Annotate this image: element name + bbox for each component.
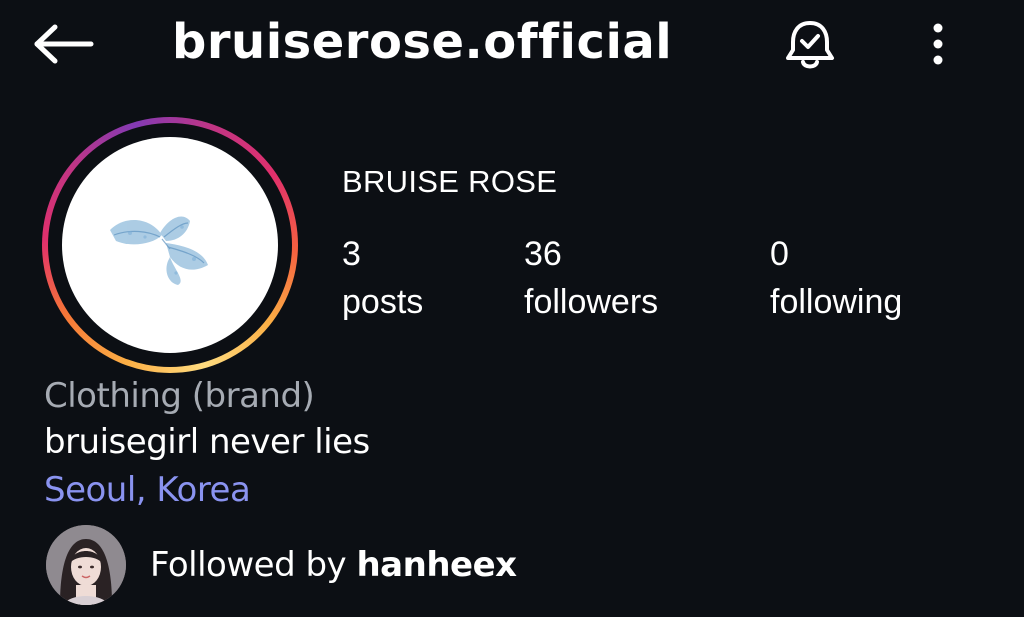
followers-stat[interactable]: 36 followers bbox=[524, 232, 658, 328]
following-label: following bbox=[770, 283, 903, 321]
followed-by-prefix: Followed by bbox=[150, 545, 357, 585]
follower-avatar bbox=[46, 525, 126, 605]
following-stat[interactable]: 0 following bbox=[770, 232, 902, 328]
profile-category: Clothing (brand) bbox=[44, 376, 315, 416]
followed-by-text: Followed by hanheex bbox=[150, 545, 517, 585]
followed-by-row[interactable]: Followed by hanheex bbox=[46, 524, 517, 606]
posts-label: posts bbox=[342, 283, 424, 321]
bell-check-icon bbox=[786, 21, 834, 69]
follower-photo bbox=[46, 525, 126, 605]
followed-by-handle[interactable]: hanheex bbox=[356, 545, 517, 585]
following-count: 0 bbox=[770, 235, 789, 273]
profile-username: bruiserose.official bbox=[172, 14, 673, 70]
butterfly-logo bbox=[110, 216, 208, 285]
profile-location-link[interactable]: Seoul, Korea bbox=[44, 470, 251, 510]
profile-bio: bruisegirl never lies bbox=[44, 422, 370, 462]
profile-avatar bbox=[62, 137, 278, 353]
profile-display-name: BRUISE ROSE bbox=[342, 164, 558, 199]
more-options-button[interactable] bbox=[918, 18, 958, 70]
back-button[interactable] bbox=[30, 18, 98, 70]
notifications-button[interactable] bbox=[780, 16, 840, 74]
posts-count: 3 bbox=[342, 235, 361, 273]
followers-label: followers bbox=[524, 283, 659, 321]
vertical-dots-icon bbox=[933, 23, 943, 65]
arrow-left-icon bbox=[34, 24, 94, 64]
followers-count: 36 bbox=[524, 235, 562, 273]
profile-avatar-story-ring[interactable] bbox=[42, 117, 298, 373]
top-bar: bruiserose.official bbox=[0, 0, 1024, 90]
posts-stat[interactable]: 3 posts bbox=[342, 232, 423, 328]
